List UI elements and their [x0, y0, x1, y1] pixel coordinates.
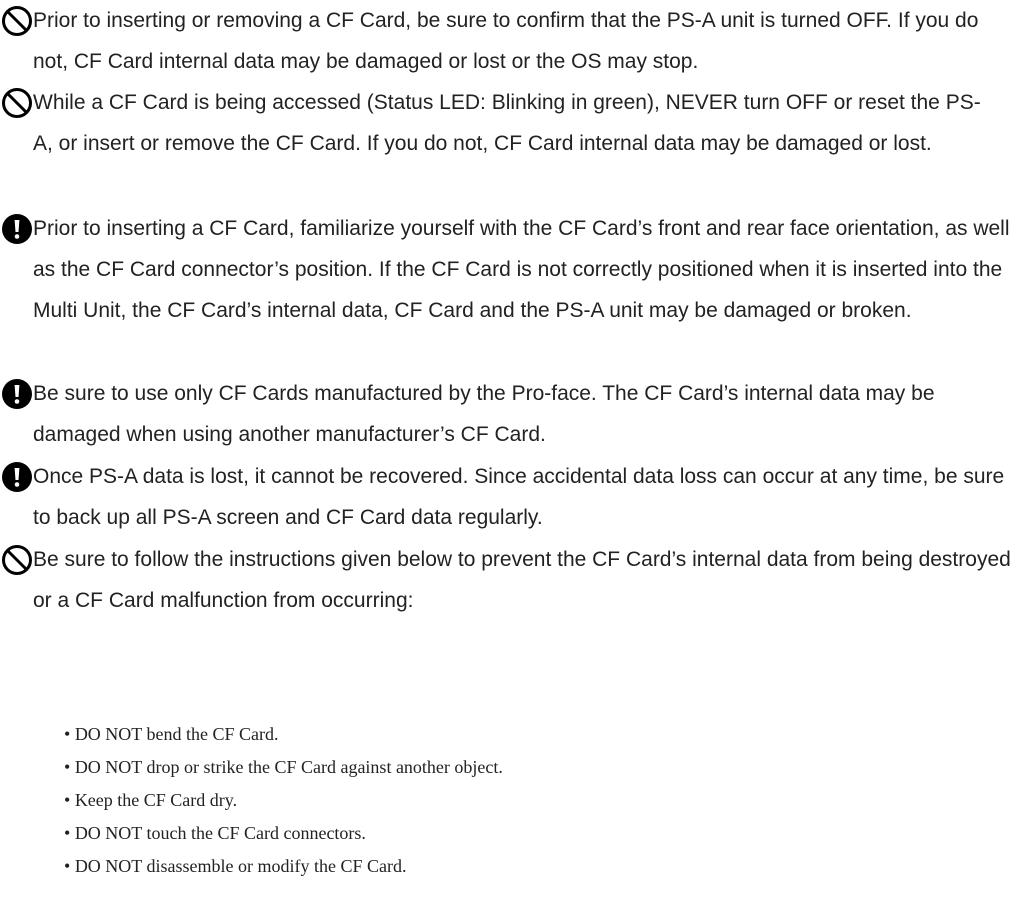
caution-icon: [1, 378, 33, 410]
prohibition-icon: [1, 544, 33, 576]
list-item: DO NOT drop or strike the CF Card agains…: [64, 751, 503, 784]
notice-text: Prior to inserting or removing a CF Card…: [33, 9, 979, 73]
list-item: DO NOT touch the CF Card connectors.: [64, 817, 503, 850]
list-item: Keep the CF Card dry.: [64, 784, 503, 817]
notice-text: Be sure to follow the instructions given…: [33, 548, 1011, 612]
bullet-list: DO NOT bend the CF Card. DO NOT drop or …: [64, 718, 503, 883]
notice-text: While a CF Card is being accessed (Statu…: [33, 91, 981, 155]
prohibition-icon: [1, 87, 33, 119]
prohibition-icon: [1, 5, 33, 37]
list-item: DO NOT bend the CF Card.: [64, 718, 503, 751]
caution-icon: [1, 213, 33, 245]
notice-text: Be sure to use only CF Cards manufacture…: [33, 382, 935, 446]
caution-icon: [1, 461, 33, 493]
notice-text: Once PS-A data is lost, it cannot be rec…: [33, 465, 1005, 529]
notice-text: Prior to inserting a CF Card, familiariz…: [33, 217, 1010, 322]
list-item: DO NOT disassemble or modify the CF Card…: [64, 850, 503, 883]
